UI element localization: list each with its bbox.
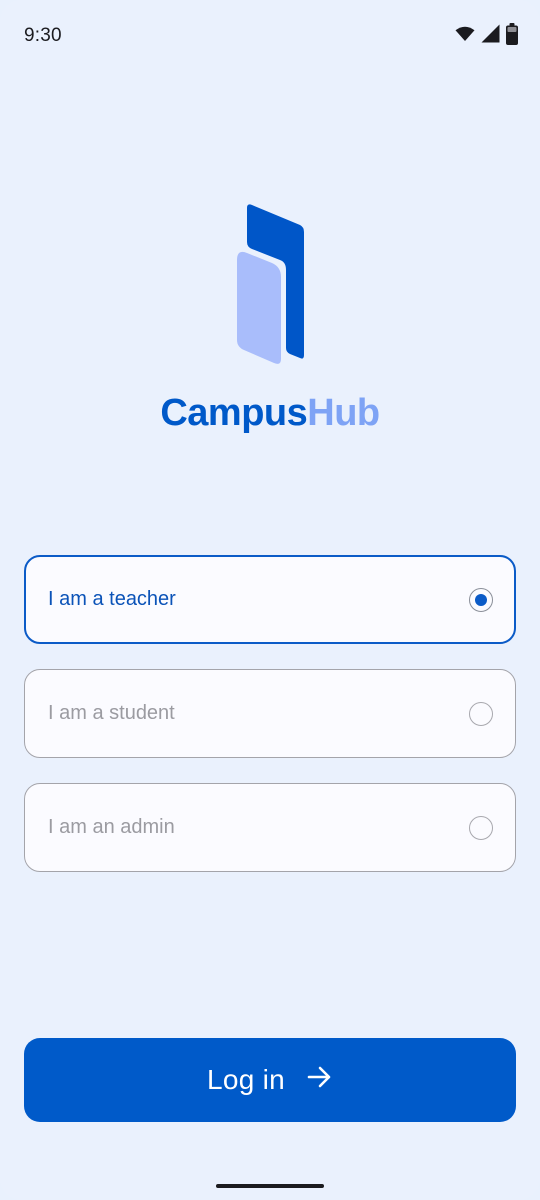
option-label: I am an admin xyxy=(48,816,175,838)
radio-button[interactable] xyxy=(469,701,493,726)
radio-button[interactable] xyxy=(469,815,493,840)
battery-icon xyxy=(506,22,518,50)
arrow-right-icon xyxy=(307,1064,333,1096)
option-label: I am a teacher xyxy=(48,588,176,610)
app-name: CampusHub xyxy=(0,392,540,435)
status-bar: 9:30 xyxy=(0,0,540,72)
option-teacher[interactable]: I am a teacher xyxy=(24,555,516,644)
option-label: I am a student xyxy=(48,702,175,724)
app-name-part-hub: Hub xyxy=(307,392,380,434)
radio-button-selected[interactable] xyxy=(469,587,493,612)
home-indicator[interactable] xyxy=(216,1184,324,1188)
option-admin[interactable]: I am an admin xyxy=(24,783,516,872)
app-name-part-campus: Campus xyxy=(160,392,308,434)
wifi-icon xyxy=(455,26,475,47)
status-time: 9:30 xyxy=(24,25,62,46)
campushub-logo xyxy=(230,200,310,366)
option-student[interactable]: I am a student xyxy=(24,669,516,758)
status-icons xyxy=(455,22,518,50)
radio-dot xyxy=(475,593,487,606)
login-screen: 9:30 CampusHub I am a teacher I am a stu… xyxy=(0,0,540,1200)
login-button[interactable]: Log in xyxy=(24,1038,516,1122)
cellular-signal-icon xyxy=(481,24,500,48)
login-button-label: Log in xyxy=(206,1064,286,1095)
